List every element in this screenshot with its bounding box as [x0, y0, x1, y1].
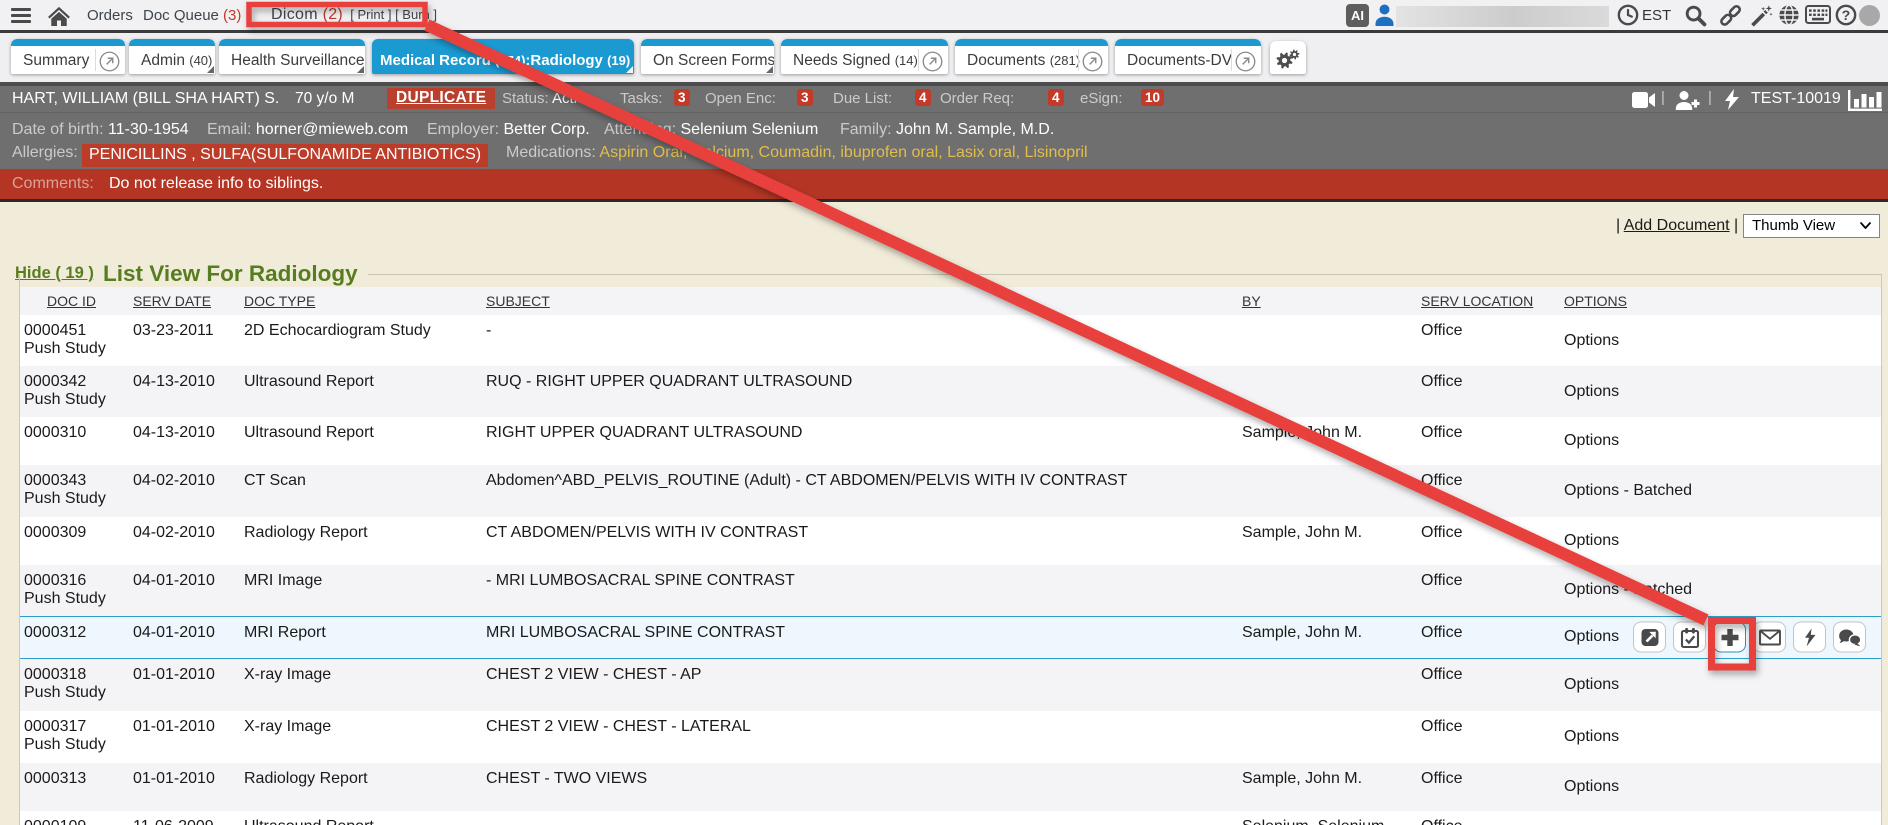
svg-text:?: ?	[1842, 8, 1851, 24]
